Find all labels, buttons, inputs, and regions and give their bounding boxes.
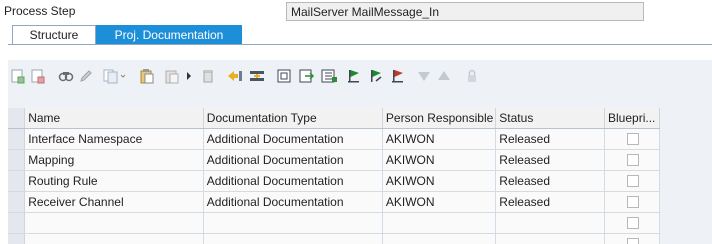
- paste-special-icon[interactable]: [162, 65, 182, 87]
- delete-row-icon[interactable]: [28, 65, 48, 87]
- cell-name[interactable]: Routing Rule: [24, 170, 204, 192]
- col-header-doc-type[interactable]: Documentation Type: [203, 108, 383, 129]
- cell-name[interactable]: [24, 212, 204, 234]
- cell-person[interactable]: AKIWON: [382, 128, 497, 150]
- table-row[interactable]: [8, 212, 660, 234]
- paste-icon[interactable]: [136, 65, 158, 87]
- insert-icon[interactable]: [224, 65, 246, 87]
- process-step-label: Process Step: [4, 4, 76, 18]
- cell-blueprint: [604, 212, 660, 234]
- cell-doc-type[interactable]: Additional Documentation: [203, 149, 383, 171]
- blueprint-checkbox[interactable]: [626, 132, 639, 145]
- col-header-name[interactable]: Name: [24, 108, 204, 129]
- cell-doc-type[interactable]: Additional Documentation: [203, 191, 383, 213]
- blueprint-checkbox[interactable]: [626, 153, 639, 166]
- blueprint-checkbox[interactable]: [626, 174, 639, 187]
- table-row[interactable]: [8, 233, 660, 244]
- row-selector[interactable]: [8, 212, 26, 234]
- process-step-row: Process Step MailServer MailMessage_In: [0, 0, 712, 22]
- cell-person[interactable]: AKIWON: [382, 149, 497, 171]
- window-icon[interactable]: [274, 65, 294, 87]
- cell-status[interactable]: Released: [495, 128, 606, 150]
- edit-icon[interactable]: [76, 65, 96, 87]
- process-step-field[interactable]: MailServer MailMessage_In: [286, 2, 644, 21]
- cell-doc-type[interactable]: Additional Documentation: [203, 128, 383, 150]
- more-arrow-icon[interactable]: [184, 65, 194, 87]
- table-row[interactable]: Mapping Additional Documentation AKIWON …: [8, 149, 660, 171]
- cell-blueprint: [604, 149, 660, 171]
- move-down-icon[interactable]: [414, 65, 434, 87]
- row-selector[interactable]: [8, 191, 26, 213]
- table-header-row: Name Documentation Type Person Responsib…: [8, 108, 660, 129]
- split-icon[interactable]: [246, 65, 268, 87]
- cell-blueprint: [604, 233, 660, 244]
- table-row[interactable]: Routing Rule Additional Documentation AK…: [8, 170, 660, 192]
- cell-blueprint: [604, 170, 660, 192]
- cell-name[interactable]: Interface Namespace: [24, 128, 204, 150]
- blueprint-checkbox[interactable]: [626, 216, 639, 229]
- cell-status[interactable]: Released: [495, 170, 606, 192]
- cell-blueprint: [604, 191, 660, 213]
- list-icon[interactable]: [318, 65, 340, 87]
- tab-structure[interactable]: Structure: [12, 25, 96, 45]
- select-all-header[interactable]: [8, 108, 26, 129]
- flag-green-edit-icon[interactable]: [366, 65, 386, 87]
- blueprint-checkbox[interactable]: [626, 237, 639, 244]
- row-selector[interactable]: [8, 149, 26, 171]
- cell-status[interactable]: Released: [495, 191, 606, 213]
- col-header-status[interactable]: Status: [495, 108, 606, 129]
- flag-red-icon[interactable]: [388, 65, 408, 87]
- export-icon[interactable]: [296, 65, 318, 87]
- flag-green-icon[interactable]: [344, 65, 364, 87]
- cell-doc-type[interactable]: [203, 233, 383, 244]
- cell-doc-type[interactable]: Additional Documentation: [203, 170, 383, 192]
- cell-status[interactable]: [495, 212, 606, 234]
- cell-person[interactable]: AKIWON: [382, 170, 497, 192]
- move-up-icon[interactable]: [434, 65, 454, 87]
- col-header-person[interactable]: Person Responsible: [382, 108, 497, 129]
- cell-name[interactable]: [24, 233, 204, 244]
- cell-name[interactable]: Mapping: [24, 149, 204, 171]
- grid-toolbar: [8, 65, 712, 89]
- blueprint-checkbox[interactable]: [626, 195, 639, 208]
- find-icon[interactable]: [56, 65, 76, 87]
- table-row[interactable]: Receiver Channel Additional Documentatio…: [8, 191, 660, 213]
- tab-proj-documentation[interactable]: Proj. Documentation: [96, 25, 242, 45]
- documentation-panel: Name Documentation Type Person Responsib…: [8, 60, 712, 244]
- row-selector[interactable]: [8, 128, 26, 150]
- row-selector[interactable]: [8, 233, 26, 244]
- documentation-grid: Name Documentation Type Person Responsib…: [8, 108, 660, 244]
- trash-icon[interactable]: [198, 65, 218, 87]
- row-selector[interactable]: [8, 170, 26, 192]
- cell-name[interactable]: Receiver Channel: [24, 191, 204, 213]
- add-row-icon[interactable]: [8, 65, 28, 87]
- lock-icon[interactable]: [462, 65, 482, 87]
- copy-icon[interactable]: [100, 65, 128, 87]
- cell-person[interactable]: AKIWON: [382, 191, 497, 213]
- cell-doc-type[interactable]: [203, 212, 383, 234]
- table-row[interactable]: Interface Namespace Additional Documenta…: [8, 128, 660, 150]
- cell-blueprint: [604, 128, 660, 150]
- col-header-blueprint[interactable]: Bluepri...: [604, 108, 660, 129]
- cell-status[interactable]: [495, 233, 606, 244]
- cell-status[interactable]: Released: [495, 149, 606, 171]
- tab-strip-divider: [8, 44, 712, 45]
- cell-person[interactable]: [382, 233, 497, 244]
- documentation-table: Name Documentation Type Person Responsib…: [8, 108, 660, 244]
- cell-person[interactable]: [382, 212, 497, 234]
